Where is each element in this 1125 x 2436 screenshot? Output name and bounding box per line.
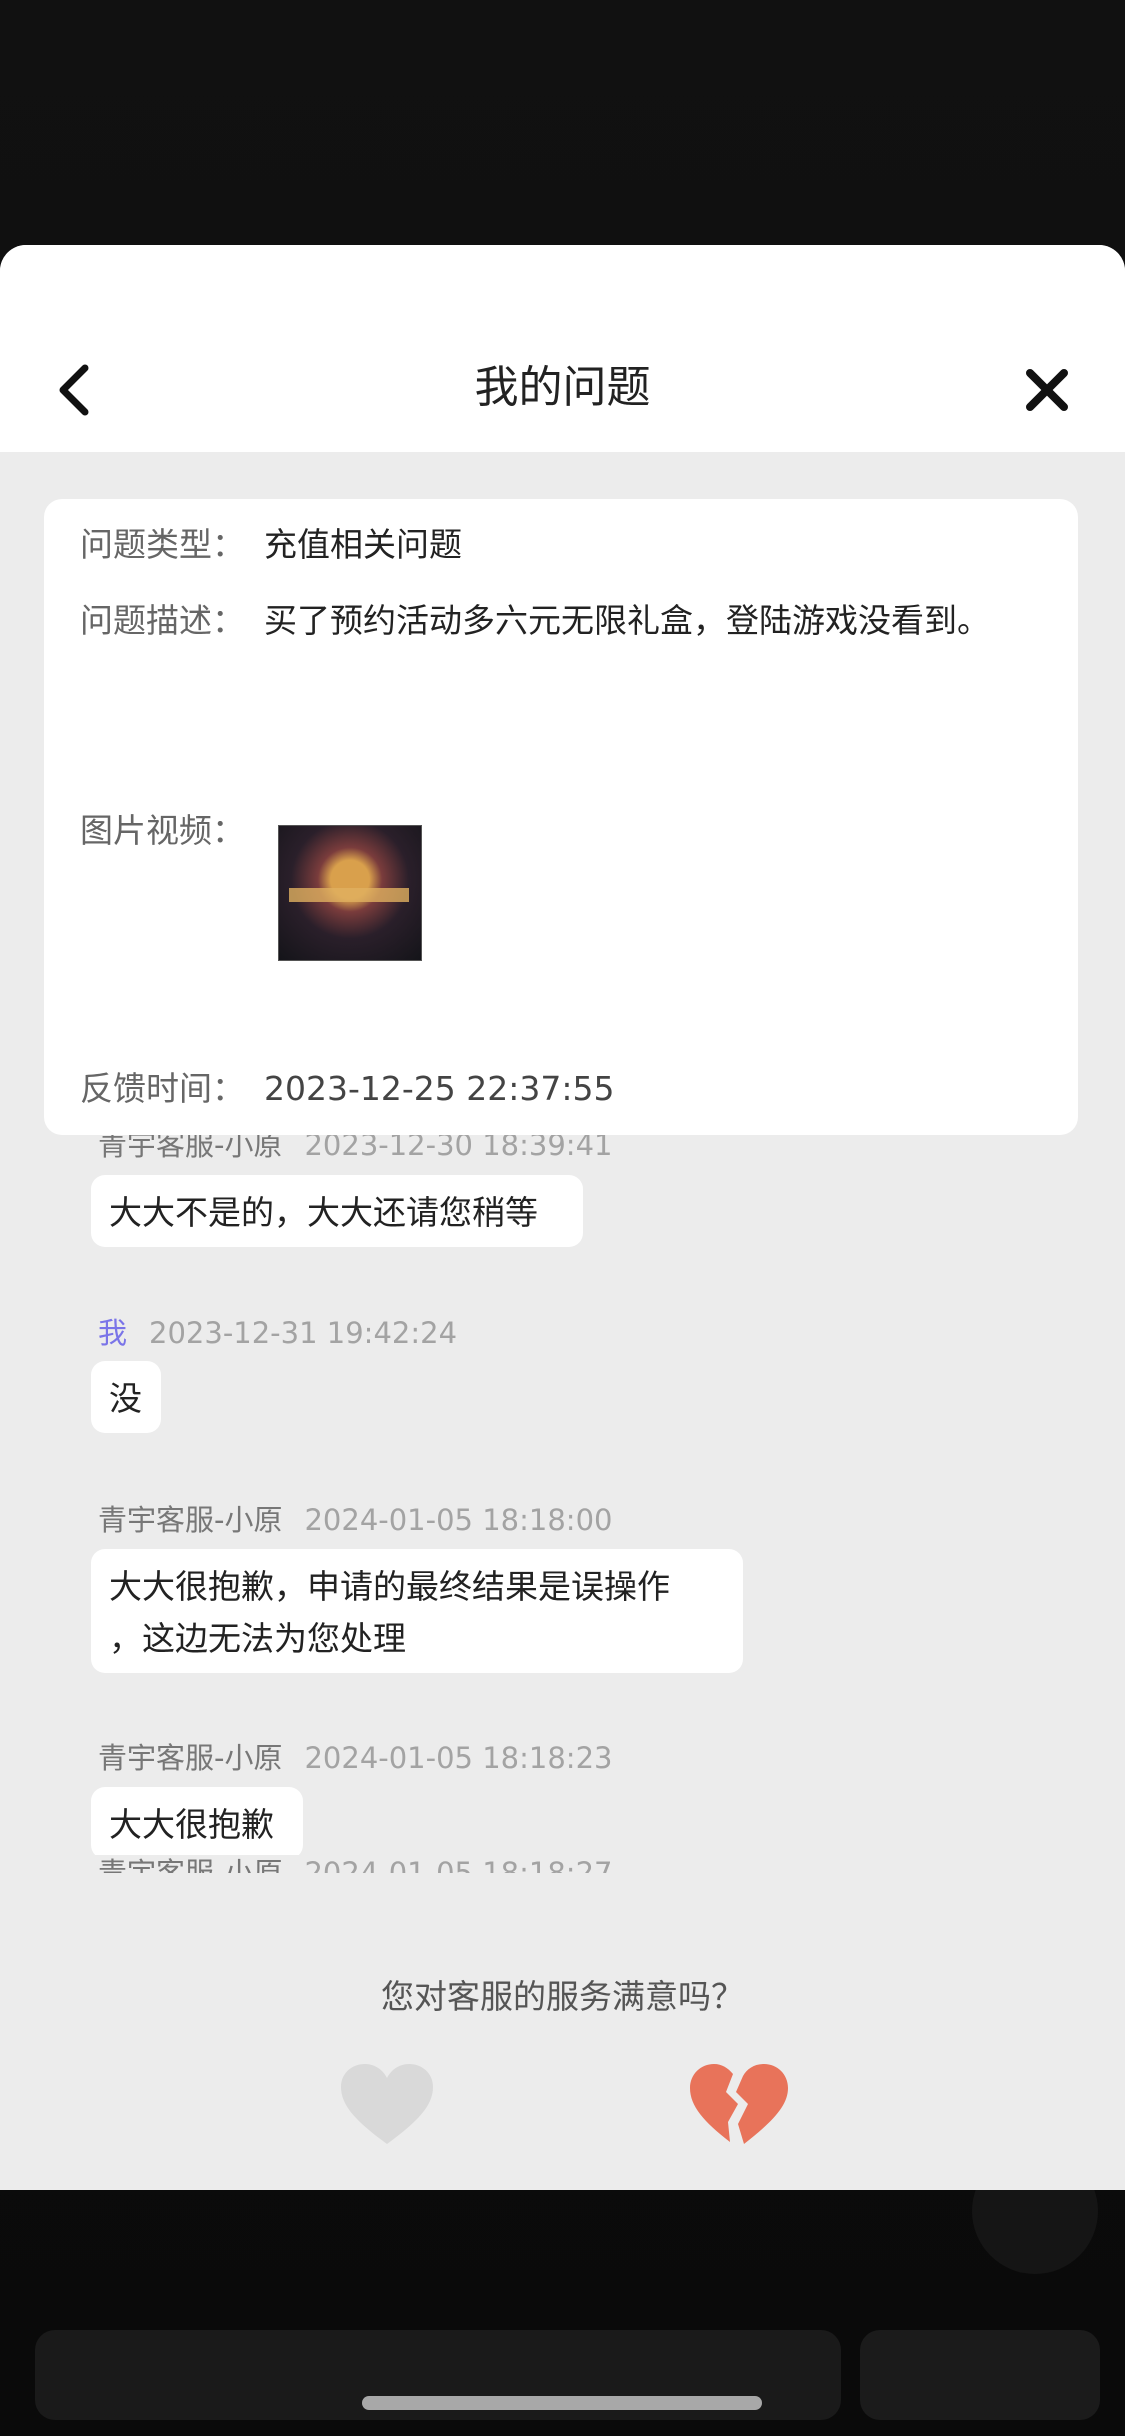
message-bubble: 没 <box>91 1361 161 1433</box>
issue-description-row: 问题描述： 买了预约活动多六元无限礼盒，登陆游戏没看到。 <box>80 597 990 645</box>
message-time: 2023-12-30 18:39:41 <box>304 1135 613 1162</box>
issue-screenshot-thumbnail[interactable] <box>278 825 422 961</box>
chat-message-list[interactable]: 青宇客服-小原 2023-12-30 18:39:41 大大不是的，大大还请您稍等… <box>0 1135 1125 1855</box>
issue-media-label: 图片视频： <box>80 811 245 850</box>
issue-time-row: 反馈时间： 2023-12-25 22:37:55 <box>80 1065 614 1113</box>
message-meta: 青宇客服-小原 2023-12-30 18:39:41 <box>98 1135 612 1165</box>
issue-time-label: 反馈时间： <box>80 1069 245 1108</box>
close-icon <box>1026 369 1068 411</box>
message-meta: 青宇客服-小原 2024-01-05 18:18:23 <box>98 1738 612 1778</box>
issue-type-row: 问题类型： 充值相关问题 <box>80 521 462 569</box>
message-sender: 我 <box>98 1316 128 1350</box>
modal-header: 我的问题 <box>0 245 1125 452</box>
background-send-button <box>860 2330 1100 2420</box>
issue-description-value: 买了预约活动多六元无限礼盒，登陆游戏没看到。 <box>264 601 990 640</box>
issue-type-value: 充值相关问题 <box>264 525 462 564</box>
satisfaction-question: 您对客服的服务满意吗？ <box>381 1977 744 2016</box>
heart-icon <box>341 2064 433 2144</box>
issue-type-label: 问题类型： <box>80 525 245 564</box>
close-button[interactable] <box>1012 355 1082 425</box>
message-bubble: 大大很抱歉，申请的最终结果是误操作 ，这边无法为您处理 <box>91 1549 743 1673</box>
dislike-button[interactable] <box>686 2060 792 2150</box>
issue-description-label: 问题描述： <box>80 601 245 640</box>
message-meta: 青宇客服-小原 2024-01-05 18:18:00 <box>98 1500 612 1540</box>
message-time: 2023-12-31 19:42:24 <box>149 1316 458 1350</box>
modal-title: 我的问题 <box>474 362 651 413</box>
message-time: 2024-01-05 18:18:00 <box>304 1503 613 1537</box>
message-sender: 青宇客服-小原 <box>98 1135 283 1162</box>
message-sender: 青宇客服-小原 <box>98 1856 283 1873</box>
my-issue-modal: 我的问题 问题类型： 充值相关问题 问题描述： 买了预约活动多六元无限礼盒，登陆游戏… <box>0 245 1125 2190</box>
message-meta: 我 2023-12-31 19:42:24 <box>98 1313 457 1353</box>
like-button[interactable] <box>337 2060 437 2150</box>
message-bubble: 大大很抱歉 <box>91 1787 303 1855</box>
broken-heart-icon <box>690 2064 788 2144</box>
home-indicator <box>362 2396 762 2410</box>
message-sender: 青宇客服-小原 <box>98 1503 283 1537</box>
message-meta: 青宇客服-小原 2024-01-05 18:18:27 <box>98 1855 612 1873</box>
issue-media-row: 图片视频： <box>80 807 264 855</box>
issue-info-card: 问题类型： 充值相关问题 问题描述： 买了预约活动多六元无限礼盒，登陆游戏没看到。 … <box>44 499 1078 1135</box>
thumbnail-detail <box>289 888 409 902</box>
message-sender: 青宇客服-小原 <box>98 1741 283 1775</box>
issue-time-value: 2023-12-25 22:37:55 <box>264 1069 615 1108</box>
message-bubble: 大大不是的，大大还请您稍等 <box>91 1175 583 1247</box>
message-time: 2024-01-05 18:18:27 <box>304 1856 613 1873</box>
message-time: 2024-01-05 18:18:23 <box>304 1741 613 1775</box>
chat-overflow-clip: 青宇客服-小原 2024-01-05 18:18:27 <box>0 1855 1125 1873</box>
